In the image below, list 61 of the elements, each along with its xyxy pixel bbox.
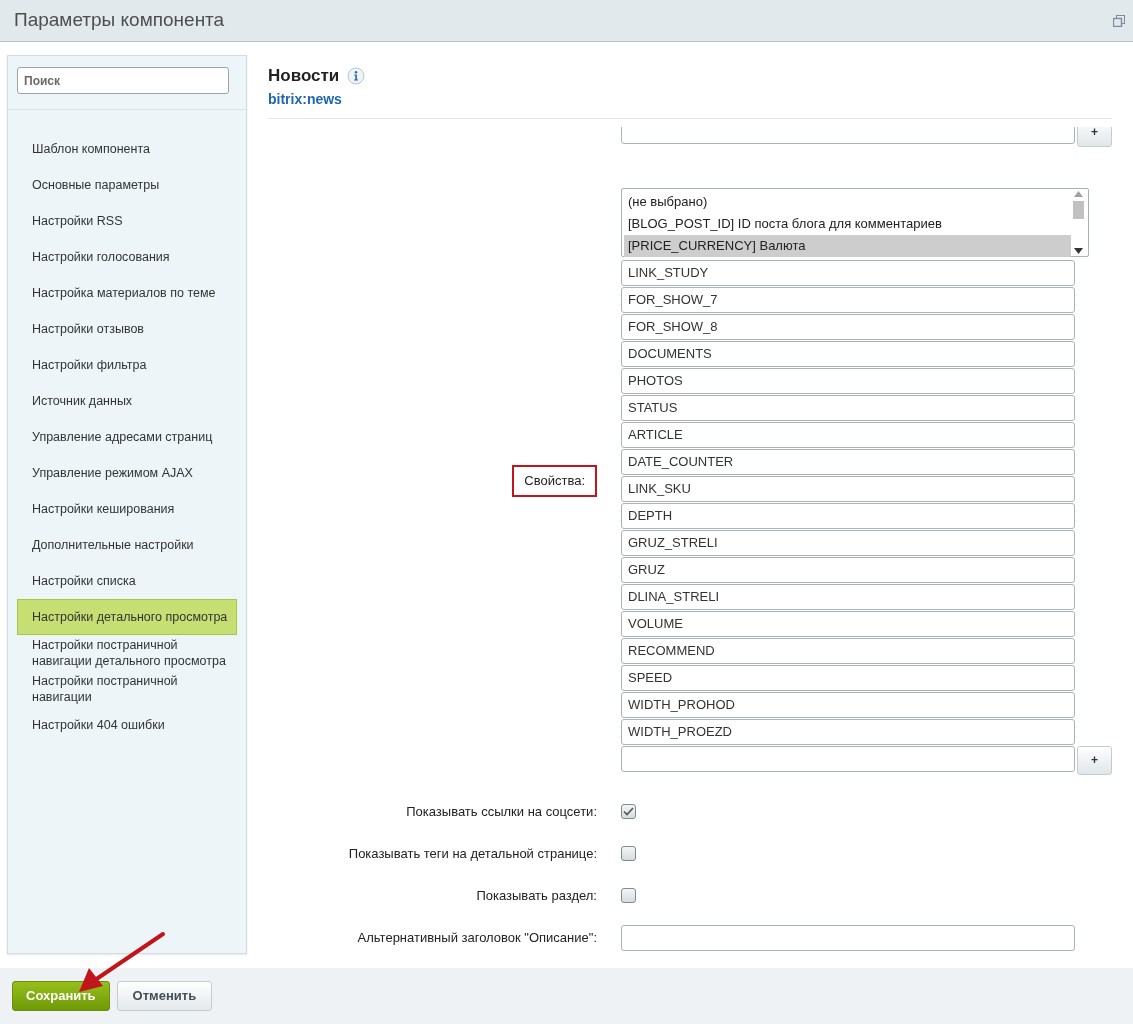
scrollbar[interactable] (1071, 190, 1086, 254)
text-field[interactable] (621, 924, 1075, 951)
restore-icon[interactable] (1113, 14, 1125, 27)
sidebar-item[interactable]: Настройки отзывов (17, 311, 237, 347)
list-option[interactable]: [PRICE_CURRENCY] Валюта (624, 234, 1071, 257)
scroll-down-icon[interactable] (1074, 247, 1083, 254)
component-title: Новости (268, 65, 340, 87)
property-field[interactable]: DLINA_STRELI (621, 583, 1075, 610)
list-option[interactable]: (не выбрано) (624, 190, 1071, 213)
text-field[interactable] (621, 745, 1075, 772)
sidebar-item[interactable]: Настройки кеширования (17, 491, 237, 527)
property-field[interactable]: ARTICLE (621, 421, 1075, 448)
field-label: Показывать теги на детальной странице: (348, 845, 597, 861)
sidebar-item[interactable]: Источник данных (17, 383, 237, 419)
field-label: Альтернативный заголовок "Описание": (357, 929, 597, 945)
list-option[interactable]: [BLOG_POST_ID] ID поста блога для комментариев (624, 212, 1071, 235)
property-field[interactable]: GRUZ_STRELI (621, 529, 1075, 556)
property-field[interactable]: PHOTOS (621, 367, 1075, 394)
property-field[interactable]: WIDTH_PROHOD (621, 691, 1075, 718)
sidebar-item[interactable]: Настройки фильтра (17, 347, 237, 383)
property-field[interactable]: DEPTH (621, 502, 1075, 529)
sidebar-item[interactable]: Основные параметры (17, 167, 237, 203)
field-label: Показывать ссылки на соцсети: (406, 803, 597, 819)
sidebar-item[interactable]: Настройки постраничной навигации детального просмотра (17, 635, 237, 671)
sidebar-item[interactable]: Дополнительные настройки (17, 527, 237, 563)
window-title: Параметры компонента (14, 8, 225, 33)
cancel-button[interactable]: Отменить (116, 981, 213, 1011)
sidebar-item[interactable]: Управление адресами страниц (17, 419, 237, 455)
sidebar-item[interactable]: Настройки RSS (17, 203, 237, 239)
property-field[interactable]: FOR_SHOW_8 (621, 313, 1075, 340)
property-field[interactable]: LINK_STUDY (621, 259, 1075, 286)
sidebar-item[interactable]: Настройки 404 ошибки (17, 707, 237, 743)
property-field[interactable]: WIDTH_PROEZD (621, 718, 1075, 745)
property-field[interactable]: LINK_SKU (621, 475, 1075, 502)
add-button[interactable]: + (1077, 745, 1112, 775)
sidebar-item[interactable]: Настройки голосования (17, 239, 237, 275)
checkbox[interactable] (621, 888, 636, 903)
checkbox[interactable] (621, 804, 636, 819)
property-field[interactable]: RECOMMEND (621, 637, 1075, 664)
sidebar-item[interactable]: Настройки детального просмотра (17, 599, 237, 635)
field-label: Свойства: (512, 465, 597, 497)
add-button[interactable]: + (1077, 126, 1112, 147)
property-field[interactable]: DOCUMENTS (621, 340, 1075, 367)
component-code: bitrix:news (268, 89, 343, 109)
property-field[interactable]: FOR_SHOW_7 (621, 286, 1075, 313)
list-box[interactable]: (не выбрано) [BLOG_POST_ID] ID поста блога для комментариев [PRICE_CURRENCY] Валюта (621, 187, 1089, 257)
field-label: Показывать раздел: (476, 887, 597, 903)
sidebar-item[interactable]: Шаблон компонента (17, 131, 237, 167)
property-field[interactable]: SPEED (621, 664, 1075, 691)
sidebar-item[interactable]: Настройки списка (17, 563, 237, 599)
property-field[interactable]: GRUZ (621, 556, 1075, 583)
property-field[interactable]: VOLUME (621, 610, 1075, 637)
scroll-up-icon[interactable] (1074, 190, 1083, 197)
sidebar-item[interactable]: Настройки постраничной навигации (17, 671, 237, 707)
property-field[interactable]: DATE_COUNTER (621, 448, 1075, 475)
property-field[interactable]: STATUS (621, 394, 1075, 421)
sidebar-item[interactable]: Настройка материалов по теме (17, 275, 237, 311)
sidebar-item[interactable]: Управление режимом AJAX (17, 455, 237, 491)
info-icon[interactable] (347, 66, 366, 85)
checkbox[interactable] (621, 846, 636, 861)
search-field[interactable]: Поиск (17, 67, 229, 94)
